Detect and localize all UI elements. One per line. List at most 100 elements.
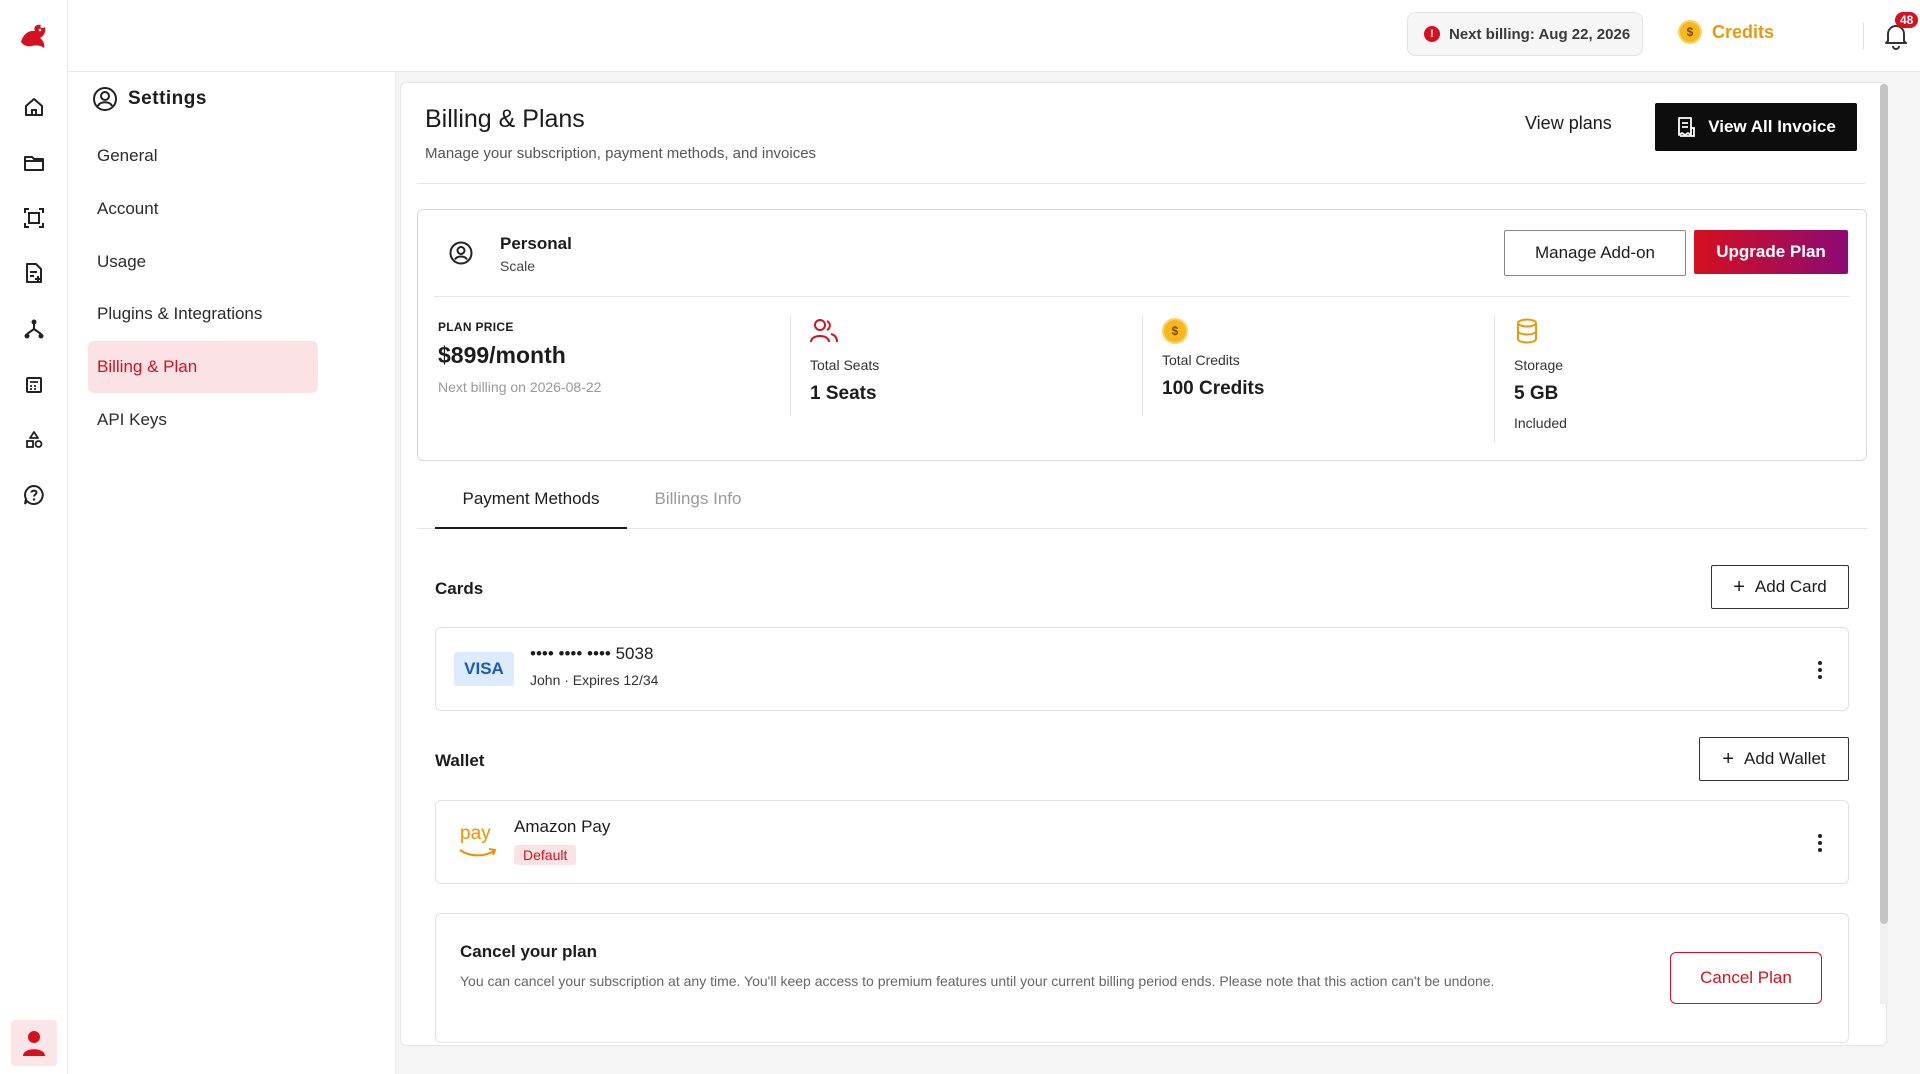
storage-sub: Included	[1514, 415, 1567, 431]
amazon-smile-icon	[459, 848, 497, 857]
pay-logo-text: pay	[460, 823, 491, 844]
page-title: Billing & Plans	[425, 105, 585, 133]
tab-billings-info[interactable]: Billings Info	[643, 489, 753, 529]
plan-name: Personal	[500, 234, 572, 253]
add-card-label: Add Card	[1754, 577, 1827, 596]
payment-tabs: Payment Methods Billings Info	[417, 489, 1867, 529]
cancel-plan-button[interactable]: Cancel Plan	[1670, 952, 1822, 1004]
visa-logo: VISA	[454, 652, 514, 686]
settings-item-label: Plugins & Integrations	[97, 304, 263, 323]
view-all-invoice-button[interactable]: View All Invoice	[1655, 103, 1857, 151]
cards-section-label: Cards	[435, 579, 484, 598]
credits-stat-label: Total Credits	[1162, 352, 1240, 368]
settings-item-account[interactable]: Account	[88, 183, 318, 235]
settings-item-billing[interactable]: Billing & Plan	[88, 341, 318, 393]
credits-stat-value: 100 Credits	[1162, 378, 1265, 399]
settings-item-api-keys[interactable]: API Keys	[88, 394, 318, 446]
top-bar: ! Next billing: Aug 22, 2026 $ Credits 4…	[68, 0, 1920, 72]
settings-item-label: Usage	[97, 252, 147, 271]
manage-addon-button[interactable]: Manage Add-on	[1504, 230, 1686, 276]
next-billing-pill: ! Next billing: Aug 22, 2026	[1407, 12, 1643, 56]
credits-button[interactable]: $ Credits	[1678, 20, 1774, 44]
notifications-button[interactable]: 48	[1883, 12, 1919, 50]
wallet-section-label: Wallet	[435, 751, 485, 770]
left-rail	[0, 0, 68, 1074]
main-scrollbar[interactable]	[1880, 84, 1888, 1004]
folder-icon[interactable]	[21, 150, 47, 176]
plan-tier: Scale	[500, 258, 536, 274]
seats-stat: Total Seats 1 Seats	[810, 318, 879, 405]
plan-price-value: $899/month	[438, 342, 566, 368]
wallet-row: pay Amazon Pay Default	[435, 800, 1849, 884]
add-card-button[interactable]: + Add Card	[1711, 565, 1849, 609]
tab-payment-methods[interactable]: Payment Methods	[435, 489, 627, 529]
invoice-icon	[1678, 117, 1696, 137]
user-circle-icon	[93, 87, 117, 111]
header-divider	[417, 183, 1865, 184]
plan-next-billing: Next billing on 2026-08-22	[438, 379, 602, 395]
settings-item-usage[interactable]: Usage	[88, 236, 318, 288]
plan-divider	[434, 296, 1850, 297]
settings-item-label: Account	[97, 199, 159, 218]
user-icon	[23, 1031, 45, 1056]
users-icon	[810, 319, 838, 343]
home-icon[interactable]	[21, 94, 47, 120]
coin-icon: $	[1162, 318, 1188, 344]
card-number: •••• •••• •••• 5038	[530, 644, 654, 663]
storage-stat: Storage 5 GB Included	[1514, 318, 1567, 431]
settings-item-label: Billing & Plan	[97, 357, 198, 376]
credits-stat: $ Total Credits 100 Credits	[1162, 318, 1264, 400]
cancel-plan-card: Cancel your plan You can cancel your sub…	[435, 913, 1849, 1043]
cancel-plan-title: Cancel your plan	[460, 942, 597, 961]
settings-item-label: General	[97, 146, 158, 165]
amazon-pay-logo-icon: pay	[458, 823, 500, 861]
plan-price-stat: PLAN PRICE $899/month Next billing on 20…	[438, 320, 601, 395]
storage-value: 5 GB	[1514, 383, 1559, 404]
scan-icon[interactable]	[21, 205, 47, 231]
page-subtitle: Manage your subscription, payment method…	[425, 145, 817, 162]
wallet-name: Amazon Pay	[514, 817, 611, 836]
add-wallet-button[interactable]: + Add Wallet	[1699, 737, 1849, 781]
settings-title: Settings	[128, 88, 207, 109]
user-avatar[interactable]	[11, 1020, 57, 1066]
upgrade-plan-button[interactable]: Upgrade Plan	[1694, 230, 1848, 274]
settings-header: Settings	[92, 86, 207, 112]
scrollbar-thumb[interactable]	[1880, 84, 1888, 924]
document-add-icon[interactable]	[21, 260, 47, 286]
next-billing-text: Next billing: Aug 22, 2026	[1449, 25, 1631, 43]
coin-icon: $	[1678, 20, 1702, 44]
brand-logo-icon[interactable]	[17, 20, 51, 54]
add-wallet-label: Add Wallet	[1744, 749, 1826, 768]
settings-item-plugins[interactable]: Plugins & Integrations	[88, 288, 318, 340]
more-options-icon[interactable]	[1810, 831, 1830, 855]
calculator-icon[interactable]	[21, 372, 47, 398]
view-all-invoice-label: View All Invoice	[1708, 117, 1836, 136]
settings-item-general[interactable]: General	[88, 130, 318, 182]
settings-sidebar: Settings General Account Usage Plugins &…	[68, 72, 396, 1074]
card-row: VISA •••• •••• •••• 5038 John · Expires …	[435, 627, 1849, 711]
view-plans-link[interactable]: View plans	[1525, 113, 1612, 134]
seats-label: Total Seats	[810, 357, 880, 373]
notification-badge: 48	[1895, 12, 1919, 28]
stat-divider	[1494, 316, 1495, 442]
stat-divider	[790, 316, 791, 416]
card-details: John · Expires 12/34	[530, 672, 659, 688]
cancel-plan-description: You can cancel your subscription at any …	[460, 973, 1495, 989]
help-icon[interactable]	[21, 482, 47, 508]
user-circle-icon	[449, 241, 473, 265]
stat-divider	[1142, 316, 1143, 416]
plan-card: Personal Scale Manage Add-on Upgrade Pla…	[417, 209, 1867, 461]
plan-price-label: PLAN PRICE	[438, 320, 514, 334]
database-icon	[1517, 318, 1537, 344]
workflow-icon[interactable]	[21, 316, 47, 342]
billing-panel: Billing & Plans Manage your subscription…	[400, 82, 1887, 1046]
shapes-icon[interactable]	[21, 427, 47, 453]
topbar-divider	[1863, 22, 1864, 50]
default-badge: Default	[514, 845, 577, 865]
more-options-icon[interactable]	[1810, 658, 1830, 682]
alert-icon: !	[1424, 26, 1440, 42]
plus-icon: +	[1722, 747, 1735, 770]
storage-label: Storage	[1514, 357, 1564, 373]
plus-icon: +	[1733, 575, 1745, 598]
settings-item-label: API Keys	[97, 410, 167, 429]
